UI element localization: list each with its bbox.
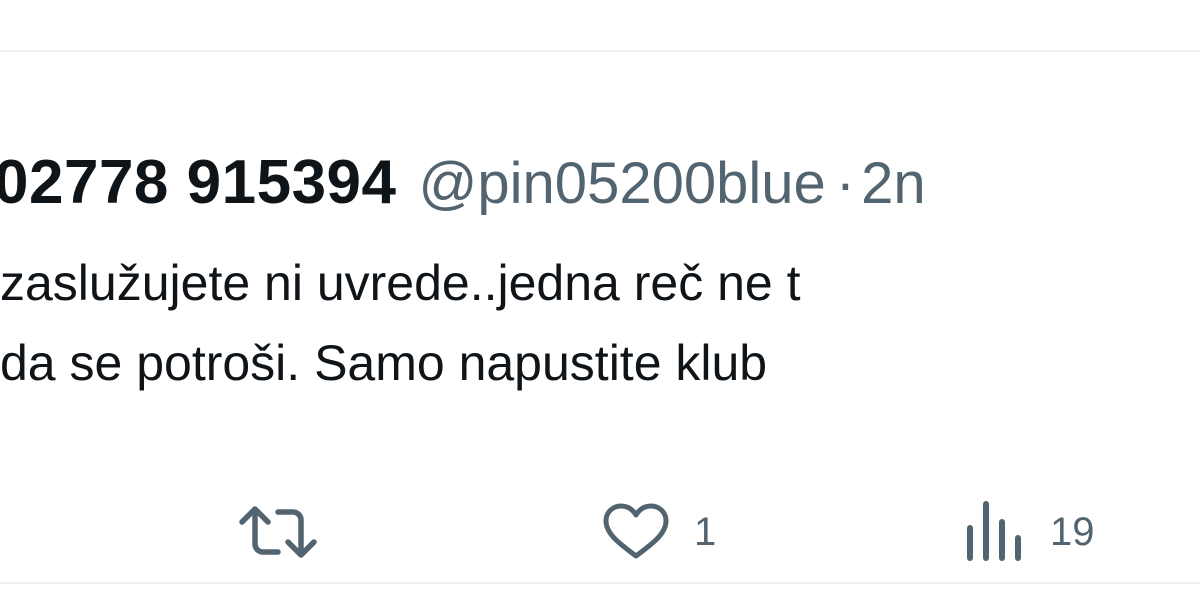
like-button[interactable]: 1 bbox=[600, 500, 716, 564]
heart-icon bbox=[600, 500, 672, 564]
views-count: 19 bbox=[1050, 509, 1095, 554]
separator-dot: · bbox=[835, 151, 856, 216]
tweet-actions: 1 19 bbox=[0, 500, 1200, 564]
tweet-text-line-2: da se potroši. Samo napustite klub bbox=[0, 335, 768, 391]
tweet[interactable]: 02778 915394 @pin05200blue · 2n zaslužujete… bbox=[0, 52, 1200, 582]
retweet-button[interactable] bbox=[236, 500, 320, 564]
like-count: 1 bbox=[694, 509, 717, 554]
bottom-divider bbox=[0, 582, 1200, 584]
tweet-header: 02778 915394 @pin05200blue · 2n bbox=[0, 152, 926, 214]
user-handle[interactable]: @pin05200blue bbox=[419, 151, 826, 216]
retweet-icon bbox=[236, 500, 320, 564]
timestamp[interactable]: 2n bbox=[861, 151, 926, 216]
bar-chart-icon bbox=[962, 500, 1028, 564]
tweet-text-line-1: zaslužujete ni uvrede..jedna reč ne t bbox=[0, 255, 801, 311]
views-button[interactable]: 19 bbox=[962, 500, 1095, 564]
display-name[interactable]: 02778 915394 bbox=[0, 148, 397, 217]
